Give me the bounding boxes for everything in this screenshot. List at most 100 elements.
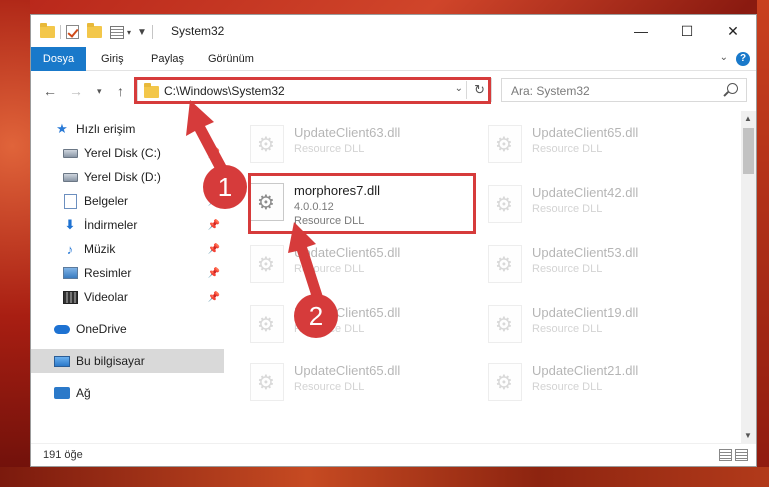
list-item[interactable]: UpdateClient53.dll Resource DLL	[484, 239, 704, 289]
minimize-button[interactable]: —	[618, 15, 664, 47]
dll-file-icon	[250, 245, 284, 283]
file-type: Resource DLL	[532, 323, 603, 335]
up-arrow-icon[interactable]: ↑	[117, 83, 124, 99]
sidebar-item-downloads[interactable]: ⬇ İndirmeler 📌	[31, 213, 224, 237]
scroll-up-icon[interactable]: ▲	[744, 114, 752, 123]
sidebar-item-label: İndirmeler	[84, 218, 138, 232]
sidebar-item-label: Videolar	[84, 290, 128, 304]
pin-icon[interactable]: 📌	[208, 220, 220, 231]
drive-icon	[62, 148, 78, 158]
dll-file-icon	[250, 363, 284, 401]
scroll-down-icon[interactable]: ▼	[744, 431, 752, 440]
title-bar: ▾ ▼ System32 — ☐ ✕	[31, 15, 756, 47]
chevron-down-icon[interactable]: ⌄	[720, 52, 728, 63]
sidebar-item-label: Resimler	[84, 266, 132, 280]
sidebar-item-network[interactable]: Ağ	[31, 381, 224, 405]
pin-icon[interactable]: 📌	[208, 292, 220, 303]
maximize-button[interactable]: ☐	[664, 15, 710, 47]
dll-file-icon	[488, 305, 522, 343]
file-name: UpdateClient21.dll	[532, 363, 639, 378]
chevron-down-icon[interactable]: ▾	[127, 28, 131, 37]
sidebar-item-label: Müzik	[84, 242, 116, 256]
view-options-icon[interactable]	[110, 25, 124, 39]
sidebar-item-documents[interactable]: Belgeler 📌	[31, 189, 224, 213]
list-item[interactable]: UpdateClient65.dll Resource DLL	[484, 119, 704, 169]
sidebar-item-onedrive[interactable]: OneDrive	[31, 317, 224, 341]
help-icon[interactable]: ?	[736, 52, 750, 66]
file-name: UpdateClient19.dll	[532, 305, 639, 320]
file-type: Resource DLL	[532, 381, 603, 393]
file-type: Resource DLL	[294, 381, 365, 393]
music-icon: ♪	[66, 241, 74, 257]
sidebar-item-label: OneDrive	[76, 322, 127, 336]
tab-view[interactable]: Görünüm	[196, 47, 266, 71]
back-arrow-icon[interactable]: ←	[43, 83, 57, 99]
forward-arrow-icon[interactable]: →	[69, 83, 83, 99]
sidebar-item-label: Yerel Disk (C:)	[84, 146, 161, 160]
sidebar-item-this-pc[interactable]: Bu bilgisayar	[31, 349, 224, 373]
downloads-icon: ⬇	[64, 217, 76, 232]
desktop-background-right	[757, 0, 769, 487]
pin-icon[interactable]: 📌	[208, 268, 220, 279]
dll-file-icon	[488, 125, 522, 163]
list-item[interactable]: UpdateClient63.dll Resource DLL	[246, 119, 466, 169]
ribbon-tabs: Dosya Giriş Paylaş Görünüm ⌄ ?	[31, 47, 756, 97]
toolbar-separator	[151, 25, 153, 39]
onedrive-icon	[54, 324, 70, 334]
desktop-background-bottom	[0, 467, 769, 487]
list-item[interactable]: UpdateClient19.dll Resource DLL	[484, 299, 704, 349]
recent-locations-icon[interactable]: ▾	[97, 86, 102, 97]
sidebar-item-label: Hızlı erişim	[76, 122, 136, 136]
this-pc-icon	[54, 355, 70, 367]
list-item[interactable]: UpdateClient42.dll Resource DLL	[484, 179, 704, 229]
file-type: Resource DLL	[532, 203, 603, 215]
file-name: UpdateClient65.dll	[532, 125, 639, 140]
dll-file-icon	[488, 185, 522, 223]
sidebar-item-music[interactable]: ♪ Müzik 📌	[31, 237, 224, 261]
file-name: UpdateClient63.dll	[294, 125, 401, 140]
file-type: Resource DLL	[532, 263, 603, 275]
pictures-icon	[62, 267, 78, 279]
item-count: 191 öğe	[43, 449, 83, 461]
desktop-background-left	[0, 0, 30, 487]
list-item[interactable]: UpdateClient65.dll Resource DLL	[246, 299, 466, 349]
documents-icon	[63, 193, 77, 209]
scroll-thumb[interactable]	[743, 128, 754, 174]
details-view-icon[interactable]	[719, 449, 732, 461]
search-icon[interactable]	[727, 83, 738, 94]
search-input[interactable]: Ara: System32	[511, 84, 590, 98]
file-name: UpdateClient53.dll	[532, 245, 639, 260]
list-item[interactable]: UpdateClient21.dll Resource DLL	[484, 357, 704, 407]
large-icons-view-icon[interactable]	[735, 449, 748, 461]
view-toggle	[716, 449, 748, 461]
step1-badge: 1	[203, 165, 247, 209]
star-icon: ★	[56, 121, 68, 136]
sidebar-item-pictures[interactable]: Resimler 📌	[31, 261, 224, 285]
toolbar-separator	[60, 25, 61, 39]
vertical-scrollbar[interactable]: ▲ ▼	[741, 111, 756, 443]
file-type: Resource DLL	[294, 143, 365, 155]
tab-share[interactable]: Paylaş	[139, 47, 196, 71]
file-type: Resource DLL	[532, 143, 603, 155]
close-button[interactable]: ✕	[710, 15, 756, 47]
customize-toolbar-icon[interactable]: ▼	[137, 27, 147, 38]
network-icon	[54, 387, 70, 399]
list-item[interactable]: UpdateClient65.dll Resource DLL	[246, 239, 466, 289]
properties-check-icon[interactable]	[66, 25, 79, 39]
search-box[interactable]: Ara: System32	[501, 78, 747, 102]
arrow-shape	[288, 222, 324, 304]
status-bar: 191 öğe	[31, 443, 756, 466]
list-item[interactable]: UpdateClient65.dll Resource DLL	[246, 357, 466, 407]
sidebar-item-label: Belgeler	[84, 194, 129, 208]
file-name: UpdateClient42.dll	[532, 185, 639, 200]
pin-icon[interactable]: 📌	[208, 244, 220, 255]
dll-file-icon	[488, 363, 522, 401]
dll-file-icon	[250, 305, 284, 343]
file-name: UpdateClient65.dll	[294, 363, 401, 378]
tab-home[interactable]: Giriş	[89, 47, 136, 71]
sidebar-item-videos[interactable]: Videolar 📌	[31, 285, 224, 309]
folder-icon[interactable]	[40, 23, 55, 38]
dll-file-icon	[488, 245, 522, 283]
new-folder-icon[interactable]	[87, 23, 102, 38]
videos-icon	[62, 290, 78, 304]
